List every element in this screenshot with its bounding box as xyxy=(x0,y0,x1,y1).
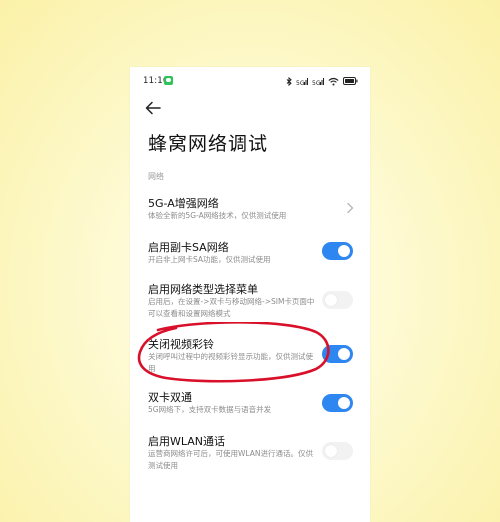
setting-title: 启用WLAN通话 xyxy=(148,435,226,448)
setting-title: 关闭视频彩铃 xyxy=(148,338,214,351)
toggle-secondary-sa[interactable] xyxy=(322,242,353,260)
setting-description: 5G网络下，支持双卡数据与语音并发 xyxy=(148,405,272,414)
setting-title: 5G-A增强网络 xyxy=(148,197,219,210)
status-bar: 11:16 5G 5G xyxy=(130,67,370,95)
setting-description: 关闭呼叫过程中的视频彩铃显示功能，仅供测试使用 xyxy=(148,352,313,373)
setting-row-wlan-calling: 启用WLAN通话 运营商网络许可后，可使用WLAN进行通话。仅供测试使用 xyxy=(130,433,370,473)
setting-row-5g-a[interactable]: 5G-A增强网络 体验全新的5G-A网络技术，仅供测试使用 xyxy=(130,195,370,227)
setting-row-secondary-sa: 启用副卡SA网络 开启非上网卡SA功能，仅供测试使用 xyxy=(130,239,370,271)
svg-text:5G: 5G xyxy=(312,80,321,86)
setting-title: 双卡双通 xyxy=(148,391,192,404)
svg-text:5G: 5G xyxy=(296,80,305,86)
setting-row-video-ringback: 关闭视频彩铃 关闭呼叫过程中的视频彩铃显示功能，仅供测试使用 xyxy=(130,336,370,373)
setting-description: 运营商网络许可后，可使用WLAN进行通话。仅供测试使用 xyxy=(148,449,314,470)
toggle-network-type-menu[interactable] xyxy=(322,291,353,309)
signal-sim2-icon: 5G xyxy=(312,77,324,86)
battery-icon xyxy=(343,77,358,85)
toggle-video-ringback[interactable] xyxy=(322,345,353,363)
setting-description: 启用后，在设置->双卡与移动网络->SIM卡页面中可以查看和设置网络模式 xyxy=(148,297,315,318)
toggle-dual-sim-dual-pass[interactable] xyxy=(322,394,353,412)
setting-row-network-type-menu: 启用网络类型选择菜单 启用后，在设置->双卡与移动网络->SIM卡页面中可以查看… xyxy=(130,281,370,323)
arrow-left-icon[interactable] xyxy=(144,99,162,117)
page-title: 蜂窝网络调试 xyxy=(148,133,269,155)
status-icons: 5G 5G xyxy=(286,76,358,86)
bluetooth-icon xyxy=(286,76,292,86)
setting-title: 启用副卡SA网络 xyxy=(148,241,229,254)
wifi-icon xyxy=(328,77,339,85)
setting-title: 启用网络类型选择菜单 xyxy=(148,283,258,296)
section-label: 网络 xyxy=(148,172,164,181)
setting-description: 开启非上网卡SA功能，仅供测试使用 xyxy=(148,255,271,264)
chat-notification-icon xyxy=(164,76,173,85)
setting-row-dual-sim-dual-pass: 双卡双通 5G网络下，支持双卡数据与语音并发 xyxy=(130,389,370,421)
signal-sim1-icon: 5G xyxy=(296,77,308,86)
toggle-wlan-calling[interactable] xyxy=(322,442,353,460)
setting-description: 体验全新的5G-A网络技术，仅供测试使用 xyxy=(148,211,287,220)
phone-screen: 11:16 5G 5G 蜂窝网络调试 网络 5G-A增强网络 体验全新的5G-A… xyxy=(130,67,370,522)
chevron-right-icon xyxy=(347,202,354,214)
